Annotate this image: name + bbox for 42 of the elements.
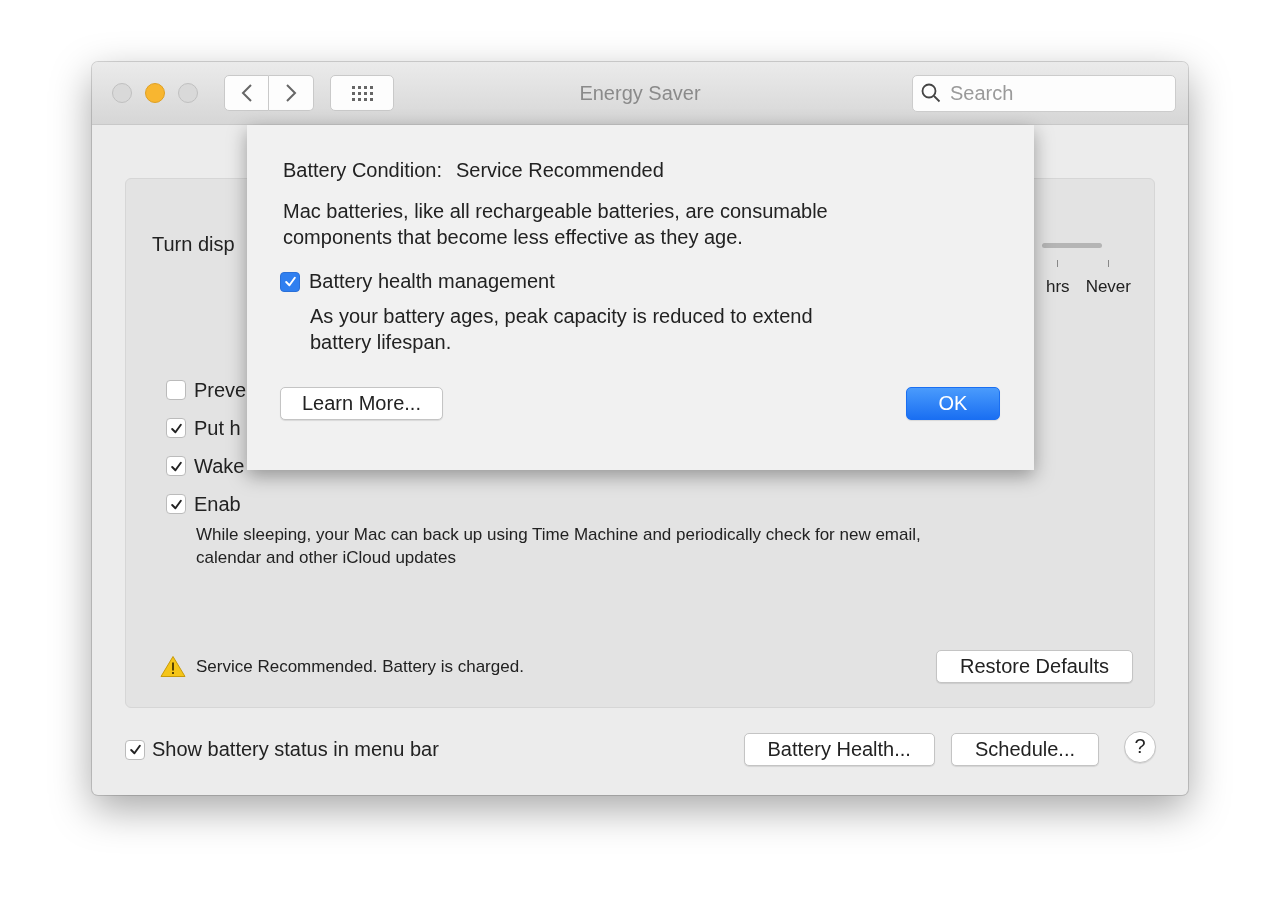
checkmark-icon xyxy=(283,275,297,288)
checkbox-label: Wake xyxy=(194,454,245,478)
tick-label: hrs xyxy=(1046,277,1070,297)
schedule-button[interactable]: Schedule... xyxy=(950,733,1099,766)
checkbox-label: Show battery status in menu bar xyxy=(152,738,439,761)
show-all-button[interactable] xyxy=(330,75,394,111)
checkbox[interactable] xyxy=(166,456,186,476)
condition-value: Service Recommended xyxy=(456,159,664,182)
search-field[interactable]: Search xyxy=(912,74,1176,112)
checkmark-icon xyxy=(128,743,142,756)
checkbox-label: Preve xyxy=(194,378,247,402)
grid-icon xyxy=(351,85,373,101)
checkbox[interactable] xyxy=(125,739,145,760)
learn-more-button[interactable]: Learn More... xyxy=(280,387,443,420)
help-button[interactable]: ? xyxy=(1124,730,1156,763)
option-note: While sleeping, your Mac can back up using Time Machine and periodically check for new email, calendar and other iCloud updates xyxy=(196,524,922,569)
window-title: Energy Saver xyxy=(579,81,701,104)
checkbox-label: Put h xyxy=(194,416,241,440)
checkbox[interactable] xyxy=(280,271,300,292)
checkmark-icon xyxy=(169,421,183,435)
checkmark-icon xyxy=(169,459,183,473)
chevron-left-icon xyxy=(240,83,253,103)
forward-button[interactable] xyxy=(269,75,314,111)
battery-health-button[interactable]: Battery Health... xyxy=(743,733,935,766)
checkbox[interactable] xyxy=(166,494,186,514)
tick-label: Never xyxy=(1085,277,1131,297)
restore-defaults-button[interactable]: Restore Defaults xyxy=(936,650,1133,683)
checkmark-icon xyxy=(169,497,183,511)
checkbox-label: Battery health management xyxy=(309,270,555,293)
sheet-message: Mac batteries, like all rechargeable batteries, are consumable components that become less effective as they age. xyxy=(283,199,829,250)
setting-label: Turn disp xyxy=(152,233,235,256)
condition-label: Battery Condition: xyxy=(283,159,442,182)
checkbox[interactable] xyxy=(166,380,186,400)
slider-track[interactable] xyxy=(1042,243,1102,248)
checkbox-label: Enab xyxy=(194,492,241,516)
status-text: Service Recommended. Battery is charged. xyxy=(196,656,524,677)
chevron-right-icon xyxy=(285,83,297,103)
warning-icon xyxy=(160,655,186,678)
back-button[interactable] xyxy=(224,75,269,111)
option-note: As your battery ages, peak capacity is reduced to extend battery lifespan. xyxy=(310,304,814,355)
ok-button[interactable]: OK xyxy=(906,387,1000,420)
checkbox[interactable] xyxy=(166,418,186,438)
